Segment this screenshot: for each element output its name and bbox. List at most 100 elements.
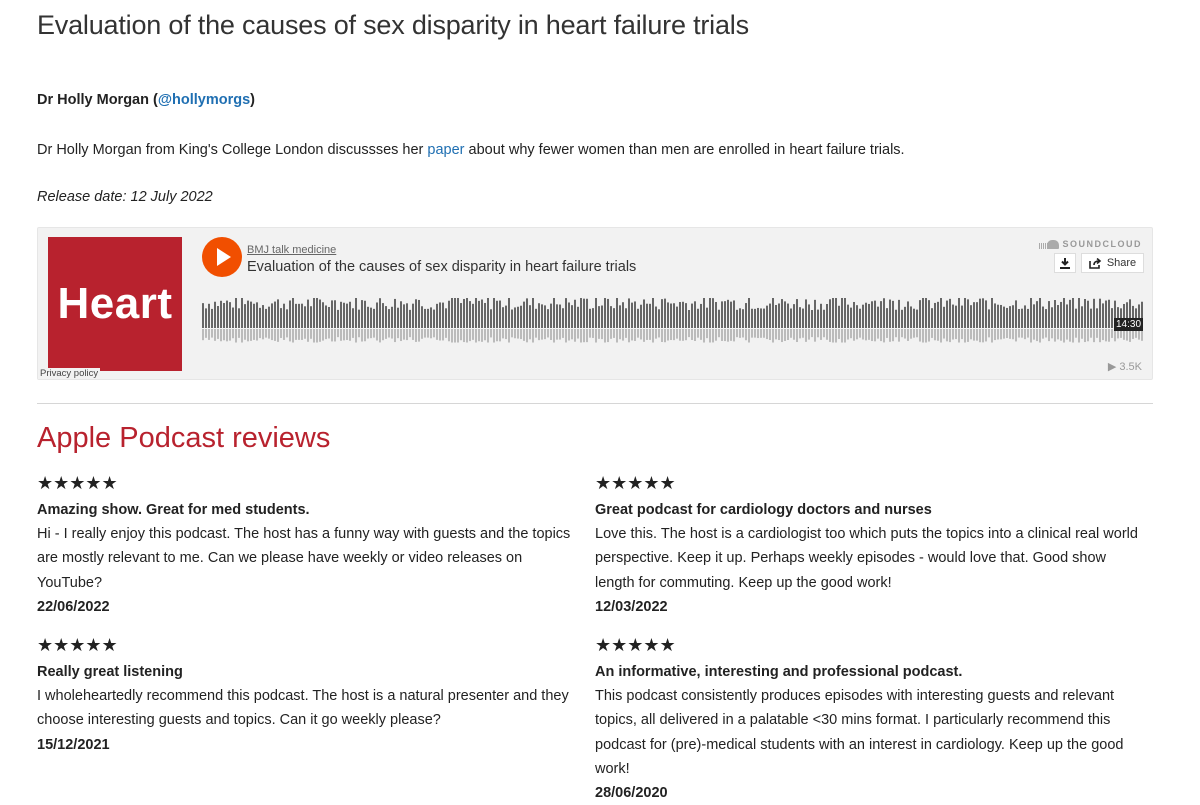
- waveform-reflection-bar: [508, 329, 510, 343]
- waveform-bar: [742, 309, 744, 328]
- waveform-bar: [1018, 309, 1020, 328]
- play-button[interactable]: [202, 237, 242, 277]
- waveform-bar: [670, 303, 672, 328]
- share-label: Share: [1106, 257, 1137, 269]
- waveform-reflection-bar: [646, 329, 648, 340]
- waveform-bar: [400, 301, 402, 328]
- waveform-reflection-bar: [895, 329, 897, 338]
- waveform-reflection-bar: [832, 329, 834, 343]
- waveform-bar: [787, 303, 789, 328]
- waveform-bar: [1078, 298, 1080, 328]
- review-title: Great podcast for cardiology doctors and…: [595, 502, 932, 518]
- waveform-bar: [814, 299, 816, 328]
- waveform-bar: [955, 305, 957, 328]
- waveform-reflection-bar: [871, 329, 873, 342]
- waveform-bar: [901, 309, 903, 328]
- waveform-bar: [1006, 307, 1008, 328]
- waveform-reflection-bar: [949, 329, 951, 343]
- waveform-reflection-bar: [658, 329, 660, 338]
- waveform-reflection-bar: [463, 329, 465, 343]
- waveform-reflection-bar: [334, 329, 336, 342]
- soundcloud-player: Heart Privacy policy BMJ talk medicine E…: [37, 227, 1153, 380]
- waveform-reflection-bar: [1015, 329, 1017, 342]
- waveform-bar: [352, 308, 354, 328]
- waveform-reflection-bar: [1036, 329, 1038, 342]
- waveform-reflection-bar: [970, 329, 972, 340]
- waveform-reflection-bar: [901, 329, 903, 338]
- waveform-bar: [931, 308, 933, 328]
- waveform-bar: [718, 309, 720, 328]
- waveform-bar: [301, 303, 303, 328]
- waveform-bar: [358, 309, 360, 328]
- waveform-bar: [460, 303, 462, 328]
- waveform-reflection-bar: [409, 329, 411, 338]
- waveform-reflection-bar: [313, 329, 315, 343]
- waveform-reflection-bar: [664, 329, 666, 343]
- waveform-bar: [385, 306, 387, 328]
- waveform-reflection-bar: [586, 329, 588, 343]
- waveform-bar: [268, 306, 270, 328]
- waveform-bar: [820, 303, 822, 328]
- podcast-artwork[interactable]: Heart: [48, 237, 182, 371]
- play-count-value: 3.5K: [1119, 361, 1142, 373]
- waveform-reflection-bar: [283, 329, 285, 340]
- waveform-bar: [247, 300, 249, 328]
- waveform-bar: [388, 309, 390, 328]
- waveform-reflection-bar: [643, 329, 645, 342]
- download-button[interactable]: [1054, 253, 1076, 273]
- soundcloud-brand-text: SOUNDCLOUD: [1062, 239, 1142, 249]
- waveform-bar: [595, 298, 597, 328]
- waveform-bar: [1105, 300, 1107, 328]
- waveform-bar: [1003, 306, 1005, 328]
- waveform-reflection-bar: [916, 329, 918, 338]
- privacy-policy-link[interactable]: Privacy policy: [38, 368, 101, 379]
- waveform-bar: [457, 298, 459, 328]
- waveform-bar: [1087, 300, 1089, 328]
- waveform-bar: [757, 307, 759, 328]
- waveform-reflection-bar: [415, 329, 417, 342]
- waveform-bar: [271, 303, 273, 328]
- paper-link[interactable]: paper: [427, 142, 464, 158]
- waveform-bar: [364, 300, 366, 328]
- waveform-bar: [652, 298, 654, 328]
- waveform-reflection-bar: [712, 329, 714, 343]
- waveform-reflection-bar: [694, 329, 696, 342]
- waveform[interactable]: [202, 294, 1144, 346]
- waveform-reflection-bar: [277, 329, 279, 342]
- waveform-reflection-bar: [994, 329, 996, 341]
- waveform-reflection-bar: [289, 329, 291, 342]
- waveform-bar: [1045, 309, 1047, 328]
- author-handle-link[interactable]: @hollymorgs: [158, 92, 250, 108]
- track-title-link[interactable]: Evaluation of the causes of sex disparit…: [247, 259, 636, 275]
- waveform-bar: [433, 309, 435, 328]
- waveform-reflection-bar: [1018, 329, 1020, 338]
- waveform-bar: [538, 303, 540, 328]
- artwork-text: Heart: [57, 279, 173, 328]
- page-title: Evaluation of the causes of sex disparit…: [37, 10, 749, 40]
- waveform-reflection-bar: [580, 329, 582, 343]
- soundcloud-brand-link[interactable]: SOUNDCLOUD: [1038, 239, 1143, 249]
- review-card: ★★★★★ Great podcast for cardiology docto…: [595, 474, 1145, 619]
- waveform-bar: [1039, 298, 1041, 328]
- waveform-reflection-bar: [571, 329, 573, 340]
- waveform-reflection-bar: [874, 329, 876, 342]
- waveform-bar: [430, 307, 432, 328]
- waveform-bar: [586, 298, 588, 328]
- waveform-reflection-bar: [991, 329, 993, 343]
- waveform-bar: [1099, 298, 1101, 328]
- waveform-bar: [1096, 308, 1098, 328]
- waveform-bar: [397, 307, 399, 328]
- waveform-reflection-bar: [472, 329, 474, 340]
- waveform-bar: [925, 298, 927, 328]
- waveform-reflection-bar: [844, 329, 846, 343]
- waveform-bar: [916, 309, 918, 328]
- uploader-link[interactable]: BMJ talk medicine: [247, 244, 336, 256]
- waveform-reflection-bar: [466, 329, 468, 343]
- waveform-reflection-bar: [649, 329, 651, 340]
- waveform-bar: [628, 298, 630, 328]
- share-button[interactable]: Share: [1081, 253, 1144, 273]
- waveform-bar: [898, 299, 900, 328]
- waveform-bar: [607, 298, 609, 328]
- waveform-bar: [889, 299, 891, 328]
- waveform-reflection-bar: [1108, 329, 1110, 342]
